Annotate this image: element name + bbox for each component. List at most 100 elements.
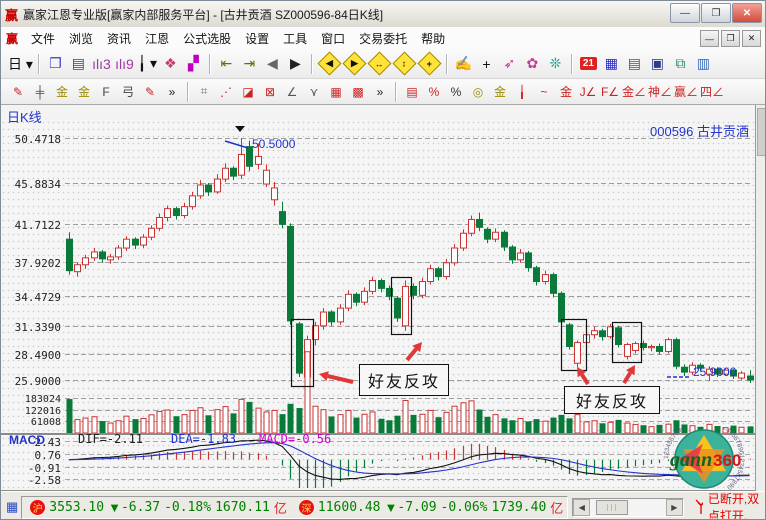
mdi-minimize-button[interactable]: — [700, 30, 719, 47]
vlabel mono-text: 122016 [1, 406, 61, 417]
fan-line-tool[interactable]: ⋰ [216, 82, 236, 102]
menu-item-2[interactable]: 浏览 [62, 27, 100, 50]
prev-page-icon[interactable]: ◀ [262, 53, 283, 75]
draw-arrow-tool[interactable]: ✎ [8, 82, 28, 102]
notes-icon[interactable]: ▤ [624, 53, 645, 75]
wave-tool-icon[interactable]: ❊ [545, 53, 566, 75]
horizontal-scrollbar[interactable]: ◀ ▶ [572, 498, 683, 517]
wave-a-tool[interactable]: ~ [534, 82, 554, 102]
calculator-icon[interactable]: ▦ [601, 53, 622, 75]
mdi-restore-button[interactable]: ❐ [721, 30, 740, 47]
menu-item-3[interactable]: 资讯 [100, 27, 138, 50]
candles-group [67, 138, 754, 383]
shift-left-diamond-icon[interactable]: ◀ [317, 51, 341, 75]
red-grid2-tool[interactable]: ▩ [348, 82, 368, 102]
f10-info-icon[interactable]: ▤ [68, 53, 89, 75]
calendar-icon[interactable]: 21 [578, 53, 599, 75]
shift-right-diamond-icon[interactable]: ▶ [342, 51, 366, 75]
toolbar-separator [571, 54, 573, 74]
zoom-all-diamond-icon[interactable]: + [417, 51, 441, 75]
menu-item-9[interactable]: 交易委托 [352, 27, 414, 50]
angle-f-tool[interactable]: F∠ [600, 82, 620, 102]
candle-flag-tool[interactable]: ╽ [512, 82, 532, 102]
dif-value: DIF=-2.11 [78, 432, 143, 446]
pencil-grid-tool[interactable]: ✎ [140, 82, 160, 102]
color-chart-icon[interactable]: ▞ [183, 53, 204, 75]
boxed-fan2-tool[interactable]: ⊠ [260, 82, 280, 102]
quote-table-icon[interactable]: ▦ [6, 499, 18, 515]
save-icon[interactable]: ▣ [647, 53, 668, 75]
spiral-tool[interactable]: 弓 [118, 82, 138, 102]
vertical-scrollbar-thumb[interactable] [757, 108, 766, 156]
title-bar[interactable]: 赢 赢家江恩专业版[赢家内部服务平台] - [古井贡酒 SZ000596-84日… [1, 1, 766, 28]
window-title: 赢家江恩专业版[赢家内部服务平台] - [古井贡酒 SZ000596-84日K线… [23, 6, 383, 23]
gann-box-icon[interactable]: ❖ [160, 53, 181, 75]
minimize-button[interactable]: — [670, 3, 700, 23]
gold-underline-tool[interactable]: 金 [556, 82, 576, 102]
sz-amount-unit: 亿 [550, 498, 563, 517]
menu-item-5[interactable]: 公式选股 [176, 27, 238, 50]
more-tools2-chevron[interactable]: » [370, 82, 390, 102]
kline-period-dropdown[interactable]: 日 ▾ [8, 53, 33, 75]
bars-3-icon[interactable]: ılı3 [91, 53, 112, 75]
percent-line-tool[interactable]: % [424, 82, 444, 102]
gold-grid2-tool[interactable]: 金 [74, 82, 94, 102]
menu-item-4[interactable]: 江恩 [138, 27, 176, 50]
next-page-icon[interactable]: ▶ [285, 53, 306, 75]
zoom-h-diamond-icon[interactable]: ↔ [367, 51, 391, 75]
angle-ying-tool[interactable]: 赢∠ [674, 82, 698, 102]
first-page-icon[interactable]: ⇤ [216, 53, 237, 75]
angle-j-tool[interactable]: J∠ [578, 82, 598, 102]
menu-item-8[interactable]: 窗口 [314, 27, 352, 50]
percent-tool[interactable]: % [446, 82, 466, 102]
zoom-v-diamond-icon[interactable]: ↕ [392, 51, 416, 75]
horizontal-scrollbar-thumb[interactable] [596, 500, 628, 515]
hand-tool-icon[interactable]: ✍ [453, 53, 474, 75]
scroll-right-arrow-icon[interactable]: ▶ [666, 499, 683, 516]
gold-circle-tool[interactable]: ◎ [468, 82, 488, 102]
dea-line [69, 443, 750, 476]
gold-line-tool[interactable]: 金 [490, 82, 510, 102]
multi-chart-icon[interactable]: ❐ [45, 53, 66, 75]
svg-text:360: 360 [713, 451, 741, 470]
stock-code-label: 000596 古井贡酒 [650, 121, 749, 140]
pattern-label-1: 好友反攻 [359, 364, 449, 396]
candle-style-dropdown[interactable]: ╽ ▾ [137, 53, 158, 75]
close-button[interactable]: ✕ [732, 3, 762, 23]
vee-tool[interactable]: ⋎ [304, 82, 324, 102]
mdi-close-button[interactable]: ✕ [742, 30, 761, 47]
plabel mono-text: 31.3390 [1, 321, 61, 334]
status-bar: ▦ 沪 3553.10 ▼ -6.37 -0.18% 1670.11 亿 深 1… [1, 491, 766, 520]
menu-item-10[interactable]: 帮助 [414, 27, 452, 50]
vertical-scrollbar[interactable] [755, 105, 766, 491]
menu-bar: 赢 文件浏览资讯江恩公式选股设置工具窗口交易委托帮助 [1, 27, 766, 50]
angle-gold-tool[interactable]: 金∠ [622, 82, 646, 102]
ruler-tool[interactable]: ▤ [402, 82, 422, 102]
maximize-button[interactable]: ❐ [701, 3, 731, 23]
angle-shen-tool[interactable]: 神∠ [648, 82, 672, 102]
menu-item-7[interactable]: 工具 [276, 27, 314, 50]
last-page-icon[interactable]: ⇥ [239, 53, 260, 75]
send-icon[interactable]: ▥ [693, 53, 714, 75]
angle-si-tool[interactable]: 四∠ [700, 82, 724, 102]
grid-tool[interactable]: ╪ [30, 82, 50, 102]
crosshair-tool-icon[interactable]: + [476, 53, 497, 75]
f-grid-tool[interactable]: F [96, 82, 116, 102]
angle-tool[interactable]: ∠ [282, 82, 302, 102]
boxed-fan-tool[interactable]: ◪ [238, 82, 258, 102]
menu-item-6[interactable]: 设置 [238, 27, 276, 50]
mark-tool-icon[interactable]: ➶ [499, 53, 520, 75]
box-select-tool[interactable]: ⌗ [194, 82, 214, 102]
red-grid-tool[interactable]: ▦ [326, 82, 346, 102]
bars-9-icon[interactable]: ılı9 [114, 53, 135, 75]
gold-grid-tool[interactable]: 金 [52, 82, 72, 102]
shanghai-index-icon: 沪 [30, 500, 45, 515]
scroll-left-arrow-icon[interactable]: ◀ [573, 499, 590, 516]
plabel mono-text: 25.9000 [1, 375, 61, 388]
gann-tool-icon[interactable]: ✿ [522, 53, 543, 75]
capture-icon[interactable]: ⧉ [670, 53, 691, 75]
more-tools-chevron[interactable]: » [162, 82, 182, 102]
menu-item-1[interactable]: 文件 [24, 27, 62, 50]
main-toolbar: 日 ▾❐▤ılı3ılı9╽ ▾❖▞⇤⇥◀▶◀▶↔↕+✍+➶✿❊21▦▤▣⧉▥ [1, 49, 766, 79]
pattern-label-2: 好友反攻 [564, 386, 660, 414]
